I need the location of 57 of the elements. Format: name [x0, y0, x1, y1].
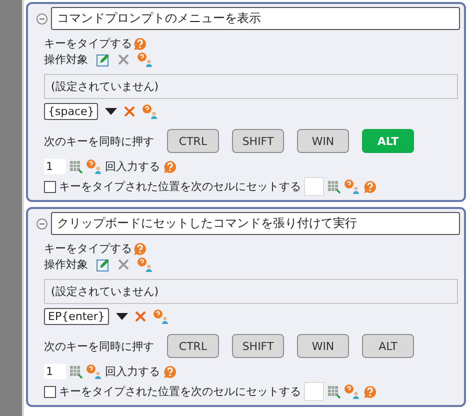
cell-picker-icon[interactable] — [69, 160, 83, 174]
action-label: キーをタイプする — [44, 36, 132, 51]
clear-icon[interactable] — [118, 54, 129, 65]
key-field[interactable]: EP{enter} — [44, 308, 109, 325]
target-label: 操作対象 — [44, 257, 88, 272]
help-person-icon[interactable] — [137, 52, 153, 67]
checkbox[interactable] — [44, 180, 56, 192]
modifier-label: 次のキーを同時に押す — [44, 338, 154, 354]
modifier-key-button[interactable]: SHIFT — [232, 334, 284, 358]
clear-icon[interactable] — [118, 259, 129, 270]
action-title-field[interactable]: クリップボードにセットしたコマンドを張り付けて実行 — [51, 212, 460, 235]
cell-field[interactable] — [304, 382, 324, 401]
help-icon[interactable] — [363, 180, 377, 194]
target-label: 操作対象 — [44, 52, 88, 67]
help-person-icon[interactable] — [86, 159, 102, 174]
help-person-icon[interactable] — [86, 364, 102, 379]
cell-field[interactable] — [304, 177, 324, 196]
modifier-key-button[interactable]: SHIFT — [232, 129, 284, 153]
modifier-key-button[interactable]: CTRL — [167, 334, 219, 358]
cell-picker-icon[interactable] — [327, 384, 341, 398]
help-icon[interactable] — [163, 160, 177, 174]
count-field[interactable]: 1 — [44, 159, 66, 174]
help-person-icon[interactable] — [344, 179, 360, 194]
help-icon[interactable] — [133, 36, 147, 50]
modifier-label: 次のキーを同時に押す — [44, 134, 154, 148]
target-field[interactable]: (設定されていません) — [44, 74, 458, 99]
checkbox-label: キーをタイプされた位置を次のセルにセットする — [59, 179, 301, 194]
modifier-key-button[interactable]: WIN — [297, 129, 349, 153]
action-title-field[interactable]: コマンドプロンプトのメニューを表示 — [51, 7, 460, 30]
cell-picker-icon[interactable] — [327, 180, 341, 194]
collapse-icon[interactable] — [36, 218, 48, 230]
help-person-icon[interactable] — [152, 309, 169, 324]
cell-picker-icon[interactable] — [69, 364, 83, 378]
dropdown-icon[interactable] — [116, 313, 128, 320]
action-label: キーをタイプする — [44, 241, 132, 256]
edit-icon[interactable] — [96, 52, 110, 66]
count-label: 回入力する — [105, 159, 160, 174]
help-person-icon[interactable] — [137, 257, 153, 272]
dropdown-icon[interactable] — [105, 108, 118, 115]
help-person-icon[interactable] — [344, 384, 360, 399]
modifier-key-button[interactable]: CTRL — [167, 129, 219, 153]
delete-icon[interactable] — [124, 106, 136, 117]
help-icon[interactable] — [163, 364, 177, 378]
count-label: 回入力する — [105, 364, 160, 379]
collapse-icon[interactable] — [36, 12, 48, 24]
modifier-key-button[interactable]: WIN — [297, 334, 349, 358]
key-field[interactable]: {space} — [44, 103, 98, 120]
edit-icon[interactable] — [96, 258, 110, 272]
modifier-key-button[interactable]: ALT — [362, 334, 414, 358]
count-field[interactable]: 1 — [44, 364, 66, 379]
checkbox-label: キーをタイプされた位置を次のセルにセットする — [59, 384, 301, 399]
delete-icon[interactable] — [134, 311, 146, 322]
checkbox[interactable] — [44, 386, 56, 398]
target-field[interactable]: (設定されていません) — [44, 279, 458, 304]
help-person-icon[interactable] — [142, 104, 158, 119]
help-icon[interactable] — [133, 242, 147, 256]
help-icon[interactable] — [363, 384, 377, 398]
